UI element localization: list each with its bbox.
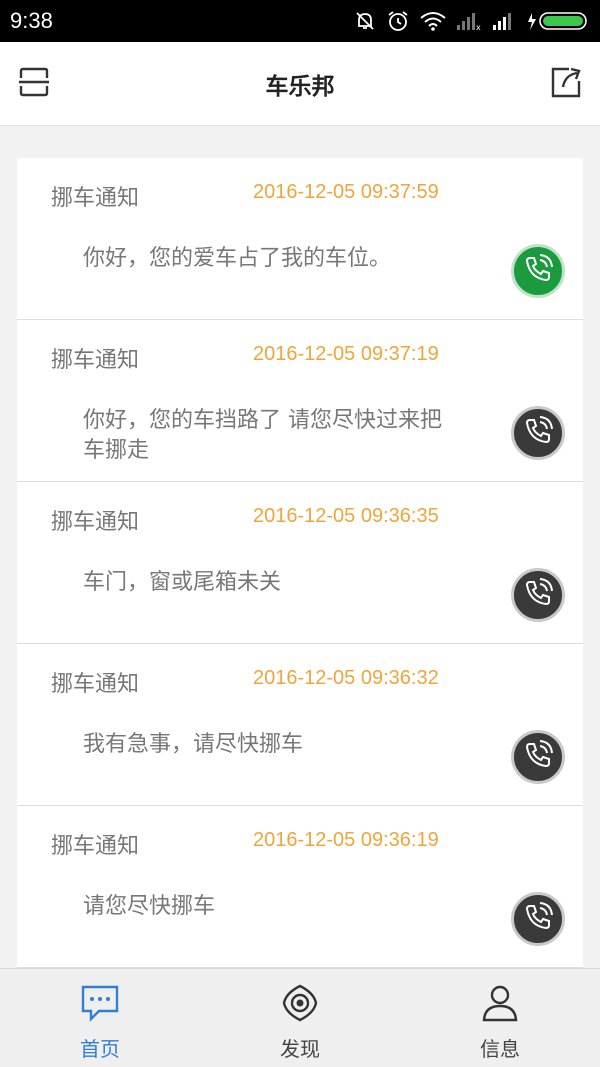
- notification-card[interactable]: 挪车通知 2016-12-05 09:37:59 你好，您的爱车占了我的车位。: [17, 158, 583, 320]
- notification-message: 请您尽快挪车: [83, 894, 216, 919]
- call-button[interactable]: [511, 568, 565, 622]
- notification-message: 你好，您的爱车占了我的车位。: [83, 246, 392, 271]
- notification-card[interactable]: 挪车通知 2016-12-05 09:36:35 车门，窗或尾箱未关: [17, 482, 583, 644]
- notification-card[interactable]: 挪车通知 2016-12-05 09:36:32 我有急事，请尽快挪车: [17, 644, 583, 806]
- bottom-tab-bar: 首页 发现 信息: [0, 968, 600, 1067]
- notification-type: 挪车通知: [51, 186, 140, 211]
- scan-icon: [17, 65, 51, 103]
- signal-icon-2: [492, 11, 518, 31]
- notification-message: 车门，窗或尾箱未关: [83, 570, 282, 595]
- phone-icon: [521, 414, 555, 452]
- mute-icon: [354, 10, 376, 32]
- notification-type: 挪车通知: [51, 348, 140, 373]
- phone-icon: [521, 738, 555, 776]
- notification-time: 2016-12-05 09:37:19: [253, 343, 439, 365]
- battery-icon: [528, 10, 590, 32]
- share-icon: [549, 65, 583, 103]
- tab-label: 发现: [280, 1037, 320, 1061]
- notification-message: 我有急事，请尽快挪车: [83, 732, 304, 757]
- call-button[interactable]: [511, 892, 565, 946]
- tab-label: 信息: [480, 1037, 520, 1061]
- alarm-icon: [386, 9, 410, 33]
- page-title: 车乐邦: [265, 73, 335, 100]
- notification-time: 2016-12-05 09:37:59: [253, 181, 439, 203]
- notification-type: 挪车通知: [51, 510, 140, 535]
- notification-type: 挪车通知: [51, 672, 140, 697]
- tab-home[interactable]: 首页: [0, 969, 200, 1067]
- notification-time: 2016-12-05 09:36:19: [253, 829, 439, 851]
- tab-label: 首页: [80, 1037, 120, 1061]
- status-time: 9:38: [10, 8, 53, 33]
- call-button[interactable]: [511, 406, 565, 460]
- notification-card[interactable]: 挪车通知 2016-12-05 09:36:19 请您尽快挪车: [17, 806, 583, 968]
- svg-text:x: x: [476, 23, 481, 31]
- notification-card[interactable]: 挪车通知 2016-12-05 09:37:19 你好，您的车挡路了 请您尽快过…: [17, 320, 583, 482]
- app-header: 车乐邦: [0, 42, 600, 126]
- tab-discover[interactable]: 发现: [200, 969, 400, 1067]
- notification-time: 2016-12-05 09:36:35: [253, 505, 439, 527]
- share-button[interactable]: [546, 64, 586, 104]
- eye-icon: [279, 983, 321, 1027]
- tab-info[interactable]: 信息: [400, 969, 600, 1067]
- phone-icon: [521, 900, 555, 938]
- call-button[interactable]: [511, 244, 565, 298]
- scan-button[interactable]: [14, 64, 54, 104]
- notification-message: 你好，您的车挡路了 请您尽快过来把车挪走: [83, 408, 442, 463]
- phone-icon: [521, 252, 555, 290]
- user-icon: [479, 983, 521, 1027]
- chat-bubble-icon: [79, 983, 121, 1027]
- wifi-icon: [420, 11, 446, 31]
- status-bar: 9:38 x: [0, 0, 600, 42]
- call-button[interactable]: [511, 730, 565, 784]
- signal-icon-1: x: [456, 11, 482, 31]
- notification-type: 挪车通知: [51, 834, 140, 859]
- notification-list[interactable]: 挪车通知 2016-12-05 09:37:59 你好，您的爱车占了我的车位。 …: [17, 158, 583, 968]
- phone-icon: [521, 576, 555, 614]
- status-icons: x: [354, 9, 590, 33]
- notification-time: 2016-12-05 09:36:32: [253, 667, 439, 689]
